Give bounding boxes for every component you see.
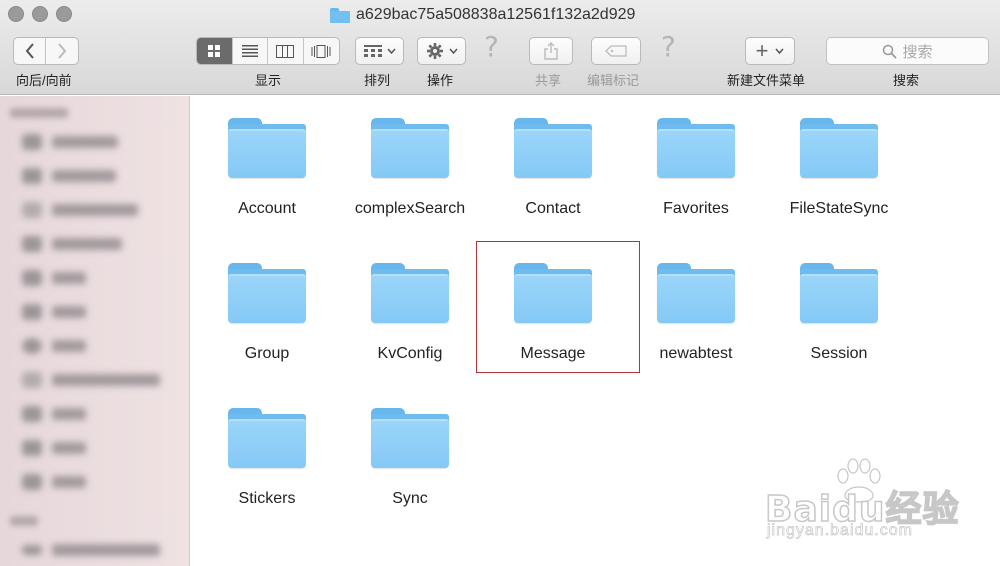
sidebar-item[interactable] [22, 168, 116, 184]
folder-item[interactable]: Sync [345, 406, 475, 516]
cover-flow-button[interactable] [304, 38, 339, 64]
watermark: Baidu经验 jingyan.baidu.com [764, 458, 995, 558]
folder-icon [228, 116, 306, 178]
sidebar-item[interactable] [22, 542, 160, 558]
chevron-down-icon [775, 48, 784, 54]
edit-tags-button[interactable] [591, 37, 641, 65]
folder-item[interactable]: Account [202, 116, 332, 226]
tag-icon [605, 45, 627, 57]
new-file-menu-button[interactable]: + [745, 37, 795, 65]
list-icon [241, 45, 258, 57]
folder-icon [371, 406, 449, 468]
back-button[interactable] [14, 38, 47, 64]
folder-icon [514, 116, 592, 178]
question-icon: ? [484, 30, 499, 63]
window-toolbar: a629bac75a508838a12561f132a2d929 向后/向前 显… [0, 0, 1000, 95]
folder-icon [800, 116, 878, 178]
folder-icon [330, 7, 350, 23]
arrange-button[interactable] [355, 37, 404, 65]
close-window-button[interactable] [8, 6, 24, 22]
grid-icon [208, 45, 221, 57]
window-title: a629bac75a508838a12561f132a2d929 [330, 5, 635, 25]
window-title-text: a629bac75a508838a12561f132a2d929 [356, 6, 636, 23]
sidebar-item[interactable] [22, 440, 86, 456]
folder-item[interactable]: Stickers [202, 406, 332, 516]
sidebar-item[interactable] [22, 270, 86, 286]
share-icon [544, 42, 558, 60]
arrange-label: 排列 [364, 73, 391, 88]
sidebar-item[interactable] [22, 406, 86, 422]
chevron-down-icon [386, 48, 396, 54]
highlight-box [476, 241, 640, 373]
folder-item[interactable]: complexSearch [345, 116, 475, 226]
chevron-right-icon [58, 43, 67, 59]
arrange-grid-icon [363, 45, 382, 57]
view-label: 显示 [255, 73, 282, 88]
folder-item[interactable]: newabtest [631, 261, 761, 371]
folder-icon [657, 116, 735, 178]
search-placeholder: 搜索 [902, 43, 933, 61]
zoom-window-button[interactable] [56, 6, 72, 22]
view-mode-control [196, 37, 340, 65]
sidebar-item[interactable] [22, 338, 86, 354]
watermark-url: jingyan.baidu.com [767, 522, 913, 540]
columns-icon [276, 44, 295, 58]
sidebar [0, 96, 190, 566]
plus-icon: + [755, 38, 769, 63]
folder-label: FileStateSync [789, 200, 889, 217]
sidebar-item[interactable] [22, 372, 160, 388]
icon-view-button[interactable] [197, 38, 233, 64]
folder-icon [228, 406, 306, 468]
action-button[interactable] [417, 37, 466, 65]
action-label: 操作 [427, 73, 454, 88]
folder-label: Sync [392, 490, 428, 507]
folder-icon [800, 261, 878, 323]
sidebar-section-heading [10, 108, 68, 118]
folder-icon [657, 261, 735, 323]
question-icon: ? [661, 30, 676, 63]
folder-item[interactable]: Session [774, 261, 904, 371]
forward-button[interactable] [46, 38, 78, 64]
folder-item[interactable]: Group [202, 261, 332, 371]
sidebar-item[interactable] [22, 134, 118, 150]
chevron-down-icon [448, 48, 458, 54]
folder-item[interactable]: Contact [488, 116, 618, 226]
folder-icon [371, 261, 449, 323]
sidebar-item[interactable] [22, 474, 86, 490]
gear-icon [426, 43, 443, 59]
sidebar-item[interactable] [22, 304, 86, 320]
folder-icon [371, 116, 449, 178]
folder-icon [228, 261, 306, 323]
sidebar-item[interactable] [22, 202, 138, 218]
cover-flow-icon [311, 44, 331, 58]
folder-item[interactable]: KvConfig [345, 261, 475, 371]
folder-item[interactable]: Favorites [631, 116, 761, 226]
share-button[interactable] [529, 37, 573, 65]
search-label: 搜索 [893, 73, 920, 88]
edit-tags-label: 编辑标记 [587, 73, 640, 88]
sidebar-section-heading [10, 516, 38, 526]
folder-label: Session [810, 345, 868, 362]
search-input[interactable]: 搜索 [826, 37, 989, 65]
back-forward-control [13, 37, 79, 65]
list-view-button[interactable] [233, 38, 268, 64]
minimize-window-button[interactable] [32, 6, 48, 22]
sidebar-item[interactable] [22, 236, 122, 252]
search-icon [883, 44, 898, 59]
new-file-menu-label: 新建文件菜单 [727, 73, 806, 88]
column-view-button[interactable] [268, 38, 304, 64]
folder-item[interactable]: FileStateSync [774, 116, 904, 226]
chevron-left-icon [25, 43, 34, 59]
nav-label: 向后/向前 [16, 73, 72, 88]
share-label: 共享 [535, 73, 562, 88]
